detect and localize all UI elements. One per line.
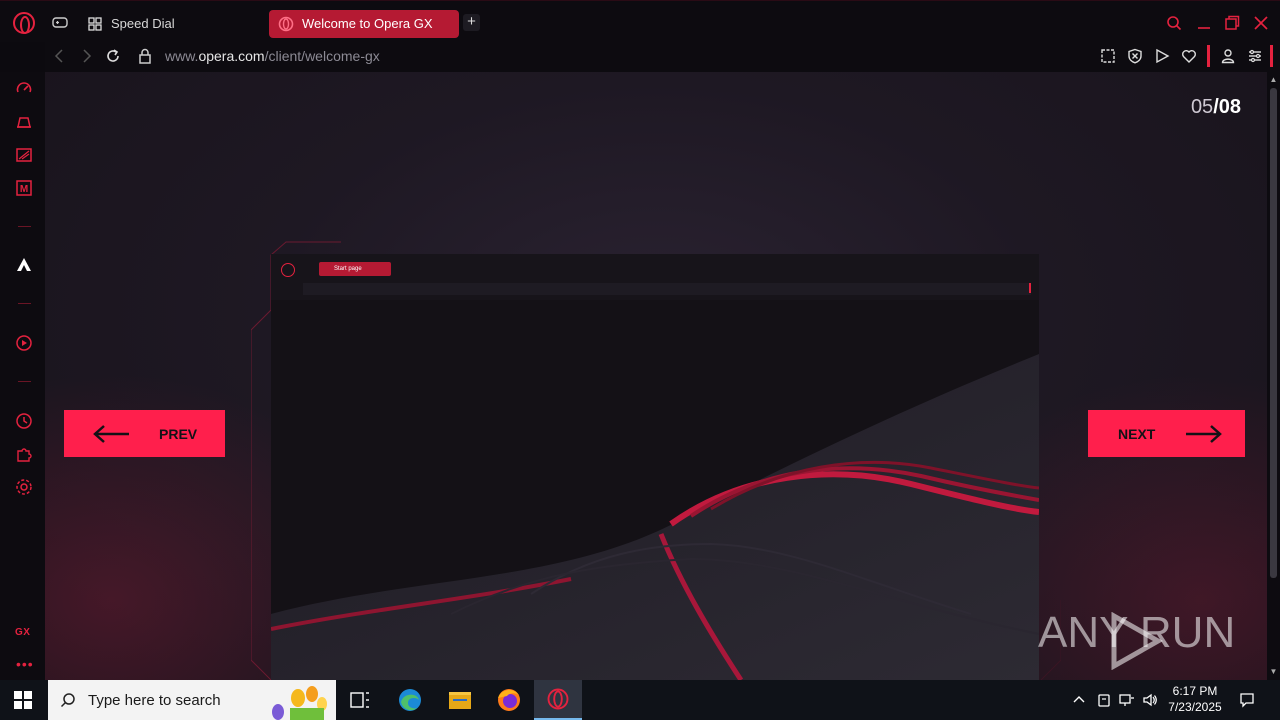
url-prefix: www. <box>165 48 199 64</box>
reload-icon[interactable] <box>104 47 122 65</box>
sidebar-separator <box>18 381 31 382</box>
sidebar-accent <box>1270 45 1273 67</box>
tab-speed-dial[interactable]: Speed Dial <box>78 10 258 38</box>
preview-opera-icon <box>281 263 295 277</box>
preview-url-bar <box>303 283 1031 295</box>
search-placeholder: Type here to search <box>88 692 221 709</box>
volume-icon[interactable] <box>1142 692 1158 708</box>
system-clock[interactable]: 6:17 PM 7/23/2025 <box>1164 683 1226 715</box>
welcome-page: 05/08 Start page PREV NEXT <box>45 72 1267 680</box>
scroll-down-icon[interactable]: ▼ <box>1269 668 1278 676</box>
flow-send-icon[interactable] <box>1154 48 1170 64</box>
heart-icon[interactable] <box>1181 48 1197 64</box>
arrow-left-icon <box>93 425 129 443</box>
file-explorer-icon[interactable] <box>436 680 484 720</box>
forward-icon[interactable] <box>77 47 95 65</box>
sidebar: M GX ••• <box>0 72 45 680</box>
extensions-icon[interactable] <box>15 445 33 463</box>
taskbar-search-box[interactable]: Type here to search <box>48 680 336 720</box>
settings-gear-icon[interactable] <box>15 478 33 496</box>
opera-menu-icon[interactable] <box>13 12 35 34</box>
preview-tab: Start page <box>319 262 391 276</box>
grid-icon <box>88 17 102 31</box>
next-button[interactable]: NEXT <box>1088 410 1245 457</box>
notifications-icon[interactable] <box>1239 692 1255 708</box>
url-field[interactable]: www.opera.com/client/welcome-gx <box>165 48 380 64</box>
opera-gx-taskbar-icon[interactable] <box>534 680 582 720</box>
twitch-icon[interactable] <box>15 146 33 164</box>
edge-icon[interactable] <box>386 680 434 720</box>
opera-favicon-icon <box>278 16 294 32</box>
tab-label: Speed Dial <box>111 16 175 31</box>
svg-text:M: M <box>20 184 28 195</box>
tab-label: Welcome to Opera GX <box>302 16 433 31</box>
scroll-up-icon[interactable]: ▲ <box>1269 76 1278 84</box>
arrow-right-icon <box>1186 425 1222 443</box>
restore-icon[interactable] <box>1224 15 1240 31</box>
wallpaper-wave <box>271 254 1039 680</box>
sidebar-separator <box>18 226 31 227</box>
divider-accent <box>1207 45 1210 67</box>
tulips-decoration-icon <box>272 686 327 720</box>
new-tab-button[interactable]: + <box>463 14 480 31</box>
minimize-icon[interactable] <box>1196 15 1212 31</box>
back-icon[interactable] <box>51 47 69 65</box>
gx-corner-icon[interactable] <box>15 113 33 131</box>
clock-time: 6:17 PM <box>1172 684 1218 698</box>
search-icon <box>60 693 75 708</box>
player-icon[interactable] <box>15 334 33 352</box>
search-icon[interactable] <box>1166 15 1182 31</box>
play-logo-icon <box>1111 612 1164 670</box>
gx-control-icon[interactable] <box>15 80 33 98</box>
url-domain: opera.com <box>198 48 265 64</box>
next-label: NEXT <box>1118 426 1156 442</box>
profile-icon[interactable] <box>1220 48 1236 64</box>
slide-counter: 05/08 <box>1191 96 1241 119</box>
network-icon[interactable] <box>1119 692 1135 708</box>
more-icon[interactable]: ••• <box>16 656 34 672</box>
easy-setup-icon[interactable] <box>1247 48 1263 64</box>
messenger-icon[interactable]: M <box>15 179 33 197</box>
clock-date: 7/23/2025 <box>1168 700 1222 714</box>
lock-icon[interactable] <box>136 47 154 65</box>
task-view-icon[interactable] <box>336 680 384 720</box>
address-bar: www.opera.com/client/welcome-gx <box>45 42 1280 72</box>
preview-accent <box>1029 283 1031 293</box>
slide-current: 05 <box>1190 96 1214 118</box>
windows-start-icon[interactable] <box>14 691 32 709</box>
tab-strip: Speed Dial Welcome to Opera GX + <box>0 0 1280 42</box>
prev-button[interactable]: PREV <box>64 410 225 457</box>
chevron-up-icon[interactable] <box>1071 692 1087 708</box>
aria-icon[interactable] <box>15 256 33 274</box>
gx-label[interactable]: GX <box>15 627 30 638</box>
close-icon[interactable] <box>1253 15 1269 31</box>
opera-gx-window: Speed Dial Welcome to Opera GX + www.ope… <box>0 0 1280 720</box>
slide-total: /08 <box>1213 96 1241 118</box>
sidebar-separator <box>18 303 31 304</box>
tab-welcome[interactable]: Welcome to Opera GX <box>269 10 459 38</box>
page-scrollbar[interactable]: ▲ ▼ <box>1267 72 1280 680</box>
adblock-shield-icon[interactable] <box>1127 48 1143 64</box>
gamepad-icon[interactable] <box>51 14 69 30</box>
scroll-thumb[interactable] <box>1270 88 1277 578</box>
windows-taskbar: Type here to search 6:17 PM 7/23/2025 <box>0 680 1280 720</box>
firefox-icon[interactable] <box>485 680 533 720</box>
snapshot-icon[interactable] <box>1100 48 1116 64</box>
browser-preview: Start page <box>271 254 1039 680</box>
url-path: /client/welcome-gx <box>264 48 380 64</box>
prev-label: PREV <box>159 426 198 442</box>
device-icon[interactable] <box>1096 692 1112 708</box>
anyrun-watermark: ANY RUN <box>1038 608 1238 674</box>
history-icon[interactable] <box>15 412 33 430</box>
